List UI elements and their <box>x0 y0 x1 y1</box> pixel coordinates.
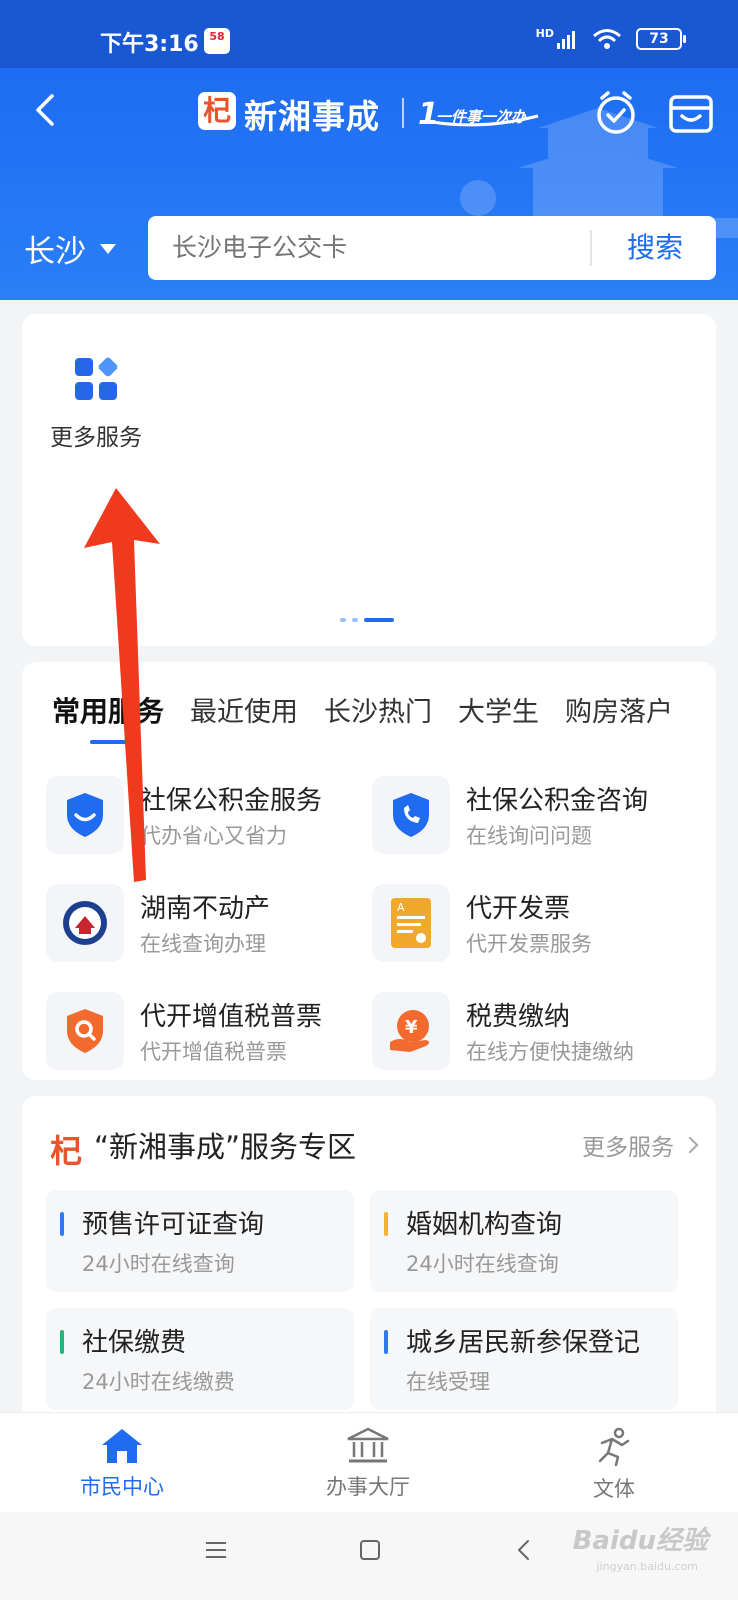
zone-item-marker <box>384 1330 388 1354</box>
tab-house-settle[interactable]: 购房落户 <box>565 690 673 744</box>
chevron-right-icon <box>681 1136 699 1154</box>
caret-down-icon <box>100 243 116 254</box>
service-subtitle: 代开增值税普票 <box>140 1040 287 1064</box>
zone-title: “新湘事成”服务专区 <box>94 1130 357 1164</box>
service-subtitle: 代开发票服务 <box>466 932 592 956</box>
service-subtitle: 在线查询办理 <box>140 932 266 956</box>
search-divider <box>590 230 592 266</box>
zone-logo: 杞 <box>50 1132 83 1170</box>
back-triangle-icon[interactable] <box>512 1538 536 1562</box>
page-dot <box>352 618 358 622</box>
status-bar: 下午3:16 58 HD 73 <box>0 0 738 68</box>
nav-service-hall[interactable]: 办事大厅 <box>268 1413 468 1513</box>
nav-culture-sports[interactable]: 文体 <box>514 1413 714 1513</box>
nav-citizen-center[interactable]: 市民中心 <box>22 1413 222 1513</box>
wifi-icon <box>593 29 621 49</box>
nav-label: 文体 <box>593 1477 635 1501</box>
card-wallet-button[interactable] <box>668 94 714 134</box>
more-services-entry[interactable]: 更多服务 <box>46 356 146 452</box>
svg-text:A: A <box>397 901 405 914</box>
zone-item-subtitle: 24小时在线查询 <box>406 1252 559 1276</box>
zone-item-marker <box>60 1212 64 1236</box>
service-item-vat-invoice[interactable]: 代开增值税普票 代开增值税普票 <box>46 992 366 1074</box>
service-subtitle: 在线方便快捷缴纳 <box>466 1040 634 1064</box>
page-dot <box>340 618 346 622</box>
zone-item-subtitle: 24小时在线查询 <box>82 1252 235 1276</box>
service-title: 代开增值税普票 <box>140 1002 323 1032</box>
shield-phone-icon <box>372 776 450 854</box>
zone-item-title: 婚姻机构查询 <box>406 1210 563 1240</box>
signal-icon <box>557 31 575 49</box>
tab-recent[interactable]: 最近使用 <box>190 690 298 744</box>
zone-item-marker <box>60 1330 64 1354</box>
menu-icon[interactable] <box>204 1538 228 1562</box>
slogan-text: 一件事一次办 <box>436 108 527 126</box>
more-services-label: 更多服务 <box>50 425 142 451</box>
tab-changsha-hot[interactable]: 长沙热门 <box>324 690 432 744</box>
status-time: 下午3:16 <box>100 32 199 57</box>
annotation-arrow-icon <box>84 488 160 882</box>
app-logo: 杞 <box>198 92 236 130</box>
tab-college[interactable]: 大学生 <box>458 690 539 744</box>
home-square-icon[interactable] <box>358 1538 382 1562</box>
battery-indicator: 73 <box>636 28 686 50</box>
zone-item-presale-permit[interactable]: 预售许可证查询 24小时在线查询 <box>46 1190 354 1292</box>
chevron-left-icon <box>36 94 54 126</box>
service-item-social-consult[interactable]: 社保公积金咨询 在线询问问题 <box>372 776 692 858</box>
service-title: 代开发票 <box>466 894 571 924</box>
shield-search-icon <box>46 992 124 1070</box>
search-button[interactable]: 搜索 <box>594 216 716 280</box>
zone-item-marriage-agency[interactable]: 婚姻机构查询 24小时在线查询 <box>370 1190 678 1292</box>
service-title: 社保公积金咨询 <box>466 786 649 816</box>
search-bar: 搜索 <box>148 216 716 280</box>
network-type-label: HD <box>535 26 554 40</box>
zone-item-title: 预售许可证查询 <box>82 1210 265 1240</box>
svg-text:¥: ¥ <box>405 1017 418 1038</box>
service-title: 税费缴纳 <box>466 1002 571 1032</box>
zone-item-subtitle: 24小时在线缴费 <box>82 1370 235 1394</box>
bottom-navigation: 市民中心 办事大厅 文体 <box>0 1412 738 1512</box>
app-header: 杞 新湘事成 1 一件事一次办 长沙 搜索 <box>0 68 738 300</box>
page-dot-active <box>364 618 394 622</box>
app-name: 新湘事成 <box>244 97 380 136</box>
logo-divider <box>402 98 404 128</box>
service-item-tax-payment[interactable]: ¥ 税费缴纳 在线方便快捷缴纳 <box>372 992 692 1074</box>
search-input[interactable] <box>172 216 572 280</box>
baidu-watermark-url: jingyan.baidu.com <box>596 1560 698 1573</box>
stopwatch-check-icon <box>597 91 635 134</box>
service-item-invoice[interactable]: A 代开发票 代开发票服务 <box>372 884 692 966</box>
back-button[interactable] <box>26 90 66 130</box>
wallet-icon <box>669 95 713 133</box>
zone-item-title: 社保缴费 <box>82 1328 187 1358</box>
zone-item-resident-insurance[interactable]: 城乡居民新参保登记 在线受理 <box>370 1308 678 1410</box>
timer-button[interactable] <box>594 88 638 136</box>
nav-label: 市民中心 <box>80 1475 164 1499</box>
runner-icon <box>598 1427 630 1467</box>
status-indicators: HD 73 <box>535 24 686 54</box>
city-name: 长沙 <box>24 234 86 270</box>
app-notification-badge: 58 <box>204 28 230 54</box>
page-indicator <box>340 618 394 622</box>
nav-label: 办事大厅 <box>326 1475 410 1499</box>
hall-icon <box>347 1427 389 1463</box>
zone-item-marker <box>384 1212 388 1236</box>
zone-more-label: 更多服务 <box>582 1135 674 1161</box>
xinxiang-service-zone: 杞 “新湘事成”服务专区 更多服务 预售许可证查询 24小时在线查询 婚姻机构查… <box>22 1096 716 1426</box>
grid-apps-icon <box>75 356 119 400</box>
baidu-watermark: Baidu经验 <box>572 1526 708 1556</box>
home-icon <box>102 1429 142 1463</box>
zone-item-subtitle: 在线受理 <box>406 1370 490 1394</box>
zone-item-social-payment[interactable]: 社保缴费 24小时在线缴费 <box>46 1308 354 1410</box>
invoice-icon: A <box>372 884 450 962</box>
yuan-hand-icon: ¥ <box>372 992 450 1070</box>
service-subtitle: 在线询问问题 <box>466 824 592 848</box>
city-selector[interactable]: 长沙 <box>24 226 116 271</box>
zone-item-title: 城乡居民新参保登记 <box>406 1328 641 1358</box>
zone-more-services-link[interactable]: 更多服务 <box>582 1128 699 1162</box>
